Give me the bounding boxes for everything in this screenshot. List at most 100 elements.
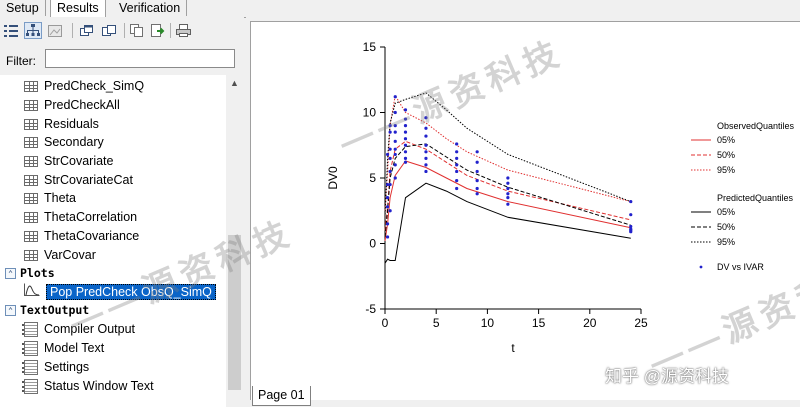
results-toolbar xyxy=(0,17,244,45)
data-point xyxy=(388,124,392,128)
tree-item-secondary[interactable]: Secondary xyxy=(24,133,104,152)
tree-item-strcovariatecat[interactable]: StrCovariateCat xyxy=(24,171,133,190)
plot-canvas: -5 0 5 10 15 0 5 10 15 20 25 t DV0 ObservedQuantiles 0… xyxy=(250,21,800,400)
data-point xyxy=(393,110,397,115)
y-tick-label: 10 xyxy=(363,106,377,120)
table-icon xyxy=(24,175,38,187)
table-icon xyxy=(24,119,38,131)
tree-item-status-window-text[interactable]: Status Window Text xyxy=(22,377,154,396)
data-point xyxy=(475,179,479,183)
tree-scrollbar[interactable]: ▲ xyxy=(226,75,243,407)
data-point xyxy=(403,108,408,112)
legend-entry: 95% xyxy=(717,165,735,175)
page-tab[interactable]: Page 01 xyxy=(252,386,311,406)
tree-item-residuals[interactable]: Residuals xyxy=(24,115,99,134)
data-point xyxy=(388,156,392,160)
x-tick-label: 10 xyxy=(481,316,495,330)
data-point xyxy=(403,143,408,147)
data-point xyxy=(506,186,510,191)
data-point xyxy=(388,209,392,213)
text-document-icon xyxy=(22,379,38,395)
x-tick-label: 5 xyxy=(433,316,440,330)
data-point xyxy=(403,130,408,134)
group-plots[interactable]: ⌃ Plots xyxy=(5,265,55,281)
data-point xyxy=(475,186,479,191)
table-icon xyxy=(24,212,38,224)
series-line-observed-05 xyxy=(384,160,631,241)
tree-item-compiler-output[interactable]: Compiler Output xyxy=(22,320,135,339)
data-point xyxy=(455,179,459,183)
tree-item-strcovariate[interactable]: StrCovariate xyxy=(24,152,113,171)
data-point xyxy=(506,176,510,180)
data-point xyxy=(385,235,390,239)
scroll-up-icon[interactable]: ▲ xyxy=(226,75,243,92)
tree-item-settings[interactable]: Settings xyxy=(22,358,89,377)
collapse-icon[interactable]: ⌃ xyxy=(5,268,16,279)
data-point xyxy=(393,124,397,128)
image-view-icon[interactable] xyxy=(46,22,64,39)
filter-label: Filter: xyxy=(6,54,36,68)
tree-view-icon[interactable] xyxy=(24,22,42,39)
data-point xyxy=(393,147,397,151)
data-point xyxy=(455,142,459,146)
tree-item-thetacorrelation[interactable]: ThetaCorrelation xyxy=(24,208,137,227)
cascade-windows-icon[interactable] xyxy=(78,22,96,39)
legend-title: PredictedQuantiles xyxy=(717,193,794,203)
y-axis-label: DV0 xyxy=(326,166,340,190)
series-line-predicted-50 xyxy=(384,143,631,237)
selected-plot-label: Pop PredCheck ObsQ_SimQ xyxy=(46,284,216,300)
data-point xyxy=(403,150,408,154)
tree-item-model-text[interactable]: Model Text xyxy=(22,339,104,358)
tree-item-theta[interactable]: Theta xyxy=(24,189,76,208)
data-point xyxy=(403,160,408,164)
x-tick-label: 0 xyxy=(382,316,389,330)
group-textoutput[interactable]: ⌃ TextOutput xyxy=(5,302,89,318)
collapse-icon[interactable]: ⌃ xyxy=(5,305,16,316)
data-point xyxy=(385,196,390,200)
table-icon xyxy=(24,231,38,243)
tab-verification[interactable]: Verification xyxy=(113,0,188,16)
table-icon xyxy=(24,193,38,205)
data-point xyxy=(455,186,459,191)
legend-entry: DV vs IVAR xyxy=(717,262,764,272)
data-point xyxy=(506,181,510,185)
tree-item-thetacovariance[interactable]: ThetaCovariance xyxy=(24,227,139,246)
data-point xyxy=(385,152,390,157)
legend-title: ObservedQuantiles xyxy=(717,121,795,131)
table-icon xyxy=(24,156,38,168)
x-tick-label: 20 xyxy=(583,316,597,330)
export-icon[interactable] xyxy=(149,22,167,39)
legend-entry: 95% xyxy=(717,237,735,247)
tree-item-pop-predcheck-plot[interactable]: Pop PredCheck ObsQ_SimQ xyxy=(24,283,216,302)
scrollbar-thumb[interactable] xyxy=(228,235,241,390)
zhihu-watermark: 知乎 @源资科技 xyxy=(605,367,729,386)
tree-item-predcheckall[interactable]: PredCheckAll xyxy=(24,96,120,115)
data-point xyxy=(403,156,408,160)
y-tick-label: -5 xyxy=(365,302,376,316)
tree-item-predcheck-simq[interactable]: PredCheck_SimQ xyxy=(24,77,144,96)
data-point xyxy=(506,196,510,200)
data-point xyxy=(403,117,408,121)
filter-input[interactable] xyxy=(45,49,235,68)
copy-icon[interactable] xyxy=(128,22,146,39)
data-point xyxy=(475,160,479,164)
legend-entry: 05% xyxy=(717,207,735,217)
data-point xyxy=(475,192,479,196)
tab-setup[interactable]: Setup xyxy=(0,0,46,16)
print-icon[interactable] xyxy=(174,22,192,39)
data-point xyxy=(506,202,510,206)
tab-results[interactable]: Results xyxy=(50,0,106,18)
table-icon xyxy=(24,100,38,112)
y-tick-label: 5 xyxy=(369,171,376,185)
results-navigator: Filter: PredCheck_SimQ PredCheckAll Resi… xyxy=(0,17,244,407)
list-view-icon[interactable] xyxy=(2,22,20,39)
legend-entry: 50% xyxy=(717,150,735,160)
text-document-icon xyxy=(22,360,38,376)
y-tick-label: 15 xyxy=(363,40,377,54)
tree-item-varcovar[interactable]: VarCovar xyxy=(24,246,96,265)
data-point xyxy=(455,169,459,174)
data-point xyxy=(424,156,428,160)
vpc-chart: -5 0 5 10 15 0 5 10 15 20 25 t DV0 ObservedQuantiles 0… xyxy=(326,40,795,355)
data-point xyxy=(424,143,428,147)
tile-windows-icon[interactable] xyxy=(100,22,118,39)
